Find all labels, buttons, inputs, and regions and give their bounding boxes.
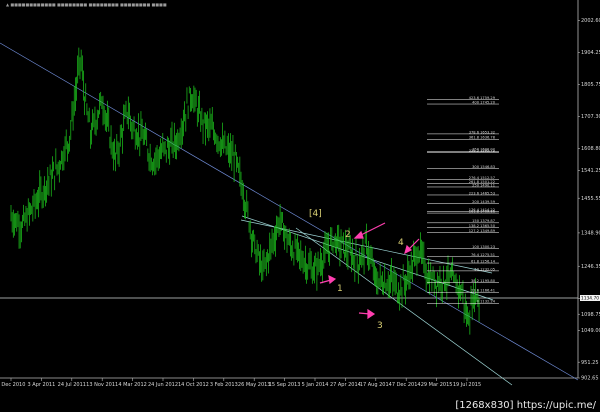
wave-label-1: 1 bbox=[337, 284, 343, 294]
fib-label: 138.2 1365.50 bbox=[469, 224, 496, 228]
fib-label: 361.8 1636.78 bbox=[469, 136, 496, 140]
fib-label: 50 1232.05 bbox=[474, 267, 495, 271]
x-tick-label: 24 Jul 2011 bbox=[58, 382, 86, 388]
fib-label: 400 1745.20 bbox=[472, 100, 496, 104]
x-tick-label: 13 Nov 2011 bbox=[86, 382, 118, 388]
y-tick-label: 1246.35 bbox=[581, 264, 600, 270]
fib-label: 0 1132.24 bbox=[477, 300, 496, 304]
fib-label: 23.6 1166.41 bbox=[471, 289, 495, 293]
y-tick-label: 902.65 bbox=[581, 376, 599, 382]
x-tick-label: 4 Mar 2012 bbox=[118, 382, 147, 388]
x-tick-label: 17 Aug 2014 bbox=[360, 382, 392, 388]
wave-label-4-bracket: [4] bbox=[309, 209, 322, 219]
x-tick-label: 24 Jun 2012 bbox=[148, 382, 178, 388]
y-tick-label: 951.25 bbox=[581, 360, 599, 366]
x-tick-label: 5 Jan 2014 bbox=[302, 382, 329, 388]
y-tick-label: 1541.25 bbox=[581, 168, 600, 174]
x-tick-label: 3 Feb 2013 bbox=[210, 382, 238, 388]
fib-label: 200 1439.59 bbox=[472, 200, 496, 204]
chart-background bbox=[0, 0, 600, 412]
y-tick-label: 1098.75 bbox=[581, 312, 600, 318]
fib-label: 38.2 1195.80 bbox=[471, 279, 496, 283]
current-price-label: 1134.70 bbox=[581, 296, 599, 302]
y-tick-label: 1608.80 bbox=[581, 146, 600, 152]
window-title-line: ▲ ■■■■■■■■■■■■ ■■■■■■■■ ■■■■■■■■ ■■■■■■■… bbox=[6, 2, 167, 7]
fib-label: 150 1379.87 bbox=[472, 219, 495, 223]
x-tick-label: 29 Mar 2015 bbox=[421, 382, 453, 388]
wave-label-2: 2 bbox=[345, 230, 351, 240]
x-tick-label: 1 Dec 2010 bbox=[0, 382, 25, 388]
fib-label: 161.8 1409.86 bbox=[469, 209, 496, 213]
y-tick-label: 1707.30 bbox=[581, 114, 600, 120]
x-tick-label: 14 Oct 2012 bbox=[178, 382, 209, 388]
fib-label: 250 1490.11 bbox=[472, 183, 495, 187]
wave-label-4: 4 bbox=[398, 238, 404, 248]
y-tick-label: 1348.90 bbox=[581, 231, 600, 237]
y-tick-label: 1904.25 bbox=[581, 50, 600, 56]
fib-label: 338.2 1595.72 bbox=[469, 149, 495, 153]
wave-label-3: 3 bbox=[377, 321, 383, 331]
fib-label: 76.4 1275.51 bbox=[471, 253, 495, 257]
y-tick-label: 2002.60 bbox=[581, 18, 600, 24]
fib-label: 423.6 1759.29 bbox=[469, 96, 496, 100]
fib-label: 127.2 1349.89 bbox=[469, 229, 496, 233]
fib-label: 223.6 1465.53 bbox=[469, 191, 495, 195]
y-tick-label: 1805.75 bbox=[581, 82, 600, 88]
x-tick-label: 19 Jul 2015 bbox=[453, 382, 481, 388]
fib-label: 100 1300.23 bbox=[472, 245, 495, 249]
fib-label: 300 1546.83 bbox=[472, 165, 495, 169]
x-tick-label: 15 Sep 2013 bbox=[269, 382, 301, 388]
x-tick-label: 26 May 2013 bbox=[238, 382, 271, 388]
y-tick-label: 1455.55 bbox=[581, 196, 600, 202]
y-tick-label: 1049.00 bbox=[581, 328, 600, 334]
fib-label: 61.8 1256.14 bbox=[471, 259, 496, 263]
fib-label: 378.6 1653.32 bbox=[469, 130, 495, 134]
watermark: [1268x830] https://upic.me/ bbox=[455, 400, 596, 411]
x-tick-label: 7 Dec 2014 bbox=[392, 382, 421, 388]
x-tick-label: 3 Apr 2011 bbox=[28, 382, 56, 388]
price-chart[interactable]: ▲ ■■■■■■■■■■■■ ■■■■■■■■ ■■■■■■■■ ■■■■■■■… bbox=[0, 0, 600, 412]
x-tick-label: 27 Apr 2014 bbox=[330, 382, 361, 388]
